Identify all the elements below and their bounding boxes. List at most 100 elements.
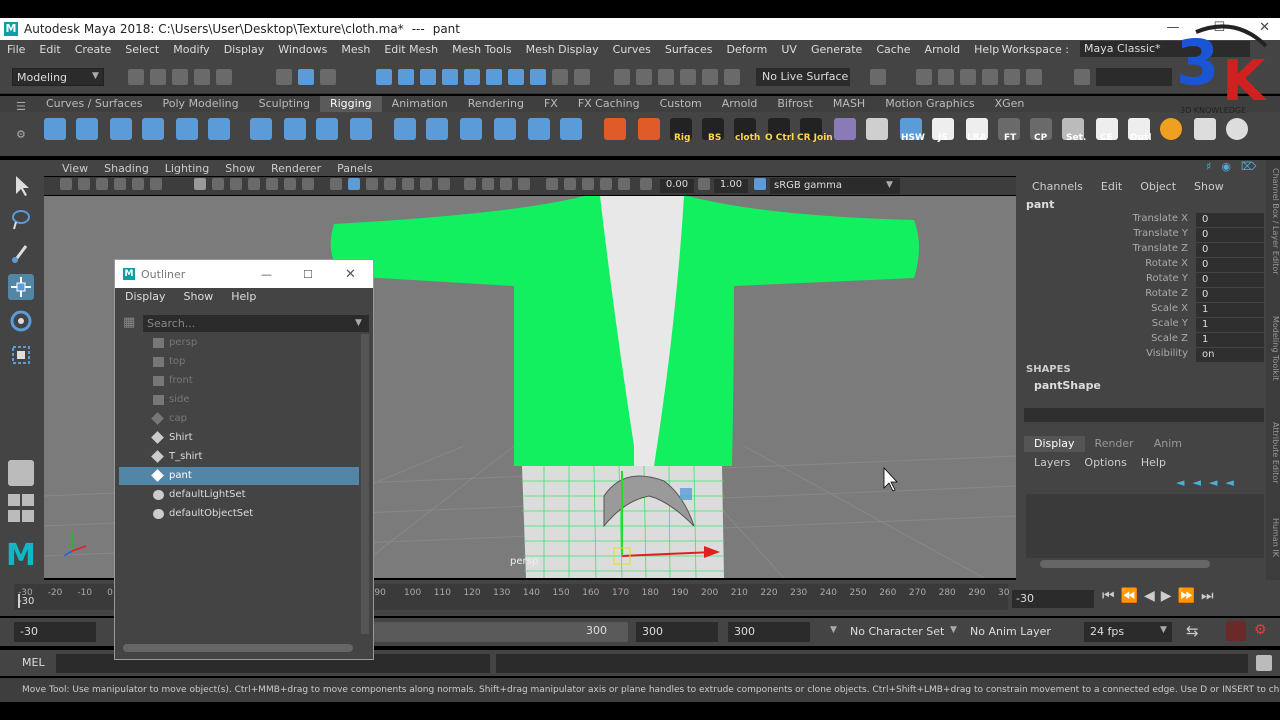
shelf-tab-motion-graphics[interactable]: Motion Graphics (875, 96, 984, 112)
channel-row[interactable]: Rotate Z 0 (1016, 288, 1266, 303)
magnet-icon[interactable] (636, 69, 652, 85)
snap-live-icon[interactable] (464, 69, 480, 85)
outliner-menu-display[interactable]: Display (125, 290, 166, 303)
skull-icon[interactable] (1226, 118, 1248, 140)
shelf-tab-animation[interactable]: Animation (382, 96, 458, 112)
outliner-item-top[interactable]: top (119, 353, 359, 371)
selection-mask-icon[interactable] (574, 69, 590, 85)
layout-stack-icon[interactable] (8, 510, 20, 522)
channel-row[interactable]: Translate X 0 (1016, 213, 1266, 228)
sidebar-toggle-icon[interactable] (1074, 69, 1090, 85)
snap-view-plane-icon[interactable] (442, 69, 458, 85)
pause-icon[interactable] (1026, 69, 1042, 85)
layer-menu-options[interactable]: Options (1084, 456, 1126, 469)
channel-row[interactable]: Translate Y 0 (1016, 228, 1266, 243)
outliner-item-front[interactable]: front (119, 372, 359, 390)
shelf-settings-icon[interactable]: ⚙ (16, 128, 26, 141)
parent-constraint-icon[interactable] (528, 118, 550, 140)
channel-row[interactable]: Visibility on (1016, 348, 1266, 363)
use-all-lights-icon[interactable] (420, 178, 432, 190)
viewport-menu-lighting[interactable]: Lighting (157, 162, 217, 175)
tool-settings-icon[interactable]: ♯ (1206, 160, 1211, 173)
lasso-tool-icon[interactable] (8, 206, 34, 232)
live-surface-field[interactable]: No Live Surface (756, 68, 850, 86)
shelf-tab-poly-modeling[interactable]: Poly Modeling (153, 96, 249, 112)
shelf-tab-bifrost[interactable]: Bifrost (767, 96, 823, 112)
joint-tool-icon[interactable] (44, 118, 66, 140)
layout-single-icon[interactable] (8, 460, 34, 486)
start-frame-field[interactable]: -30 (14, 622, 96, 642)
shelf-tab-rigging[interactable]: Rigging (319, 96, 382, 112)
channel-value[interactable]: 1 (1196, 333, 1264, 347)
shadows-icon[interactable] (438, 178, 450, 190)
layer-list[interactable] (1026, 494, 1264, 558)
layer-move-up-icon[interactable]: ◄ (1176, 476, 1184, 489)
maximize-icon[interactable]: ☐ (303, 268, 313, 281)
fps-dropdown[interactable]: 24 fps (1084, 622, 1172, 642)
screen-space-ao-icon[interactable] (464, 178, 476, 190)
joint-axis-icon[interactable] (638, 118, 660, 140)
mel-label[interactable]: MEL (22, 656, 45, 669)
snap-grid-icon[interactable] (376, 69, 392, 85)
channel-row[interactable]: Rotate X 0 (1016, 258, 1266, 273)
construction-history-icon[interactable] (614, 69, 630, 85)
camera-attr-icon[interactable] (78, 178, 90, 190)
channel-value[interactable]: 0 (1196, 213, 1264, 227)
smooth-skin-icon[interactable] (284, 118, 306, 140)
channel-row[interactable]: Scale Z 1 (1016, 333, 1266, 348)
safe-title-icon[interactable] (302, 178, 314, 190)
menu-mesh-tools[interactable]: Mesh Tools (445, 43, 519, 56)
menu-edit-mesh[interactable]: Edit Mesh (377, 43, 445, 56)
channel-value[interactable]: 0 (1196, 273, 1264, 287)
channel-menu-channels[interactable]: Channels (1032, 180, 1083, 193)
xray-active-icon[interactable] (600, 178, 612, 190)
number-badge-icon[interactable] (1160, 118, 1182, 140)
shelf-tab-xgen[interactable]: XGen (985, 96, 1035, 112)
snap-point-icon[interactable] (420, 69, 436, 85)
channel-row[interactable]: Rotate Y 0 (1016, 273, 1266, 288)
smooth-shade-icon[interactable] (348, 178, 360, 190)
menu-modify[interactable]: Modify (166, 43, 216, 56)
outliner-search-input[interactable]: Search... (143, 315, 369, 332)
image-plane-icon[interactable] (114, 178, 126, 190)
attribute-editor-icon[interactable]: ◉ (1221, 160, 1231, 173)
outliner-item-persp[interactable]: persp (119, 334, 359, 352)
script-editor-icon[interactable] (1256, 655, 1272, 671)
minimize-icon[interactable]: — (261, 268, 272, 281)
film-gate-icon[interactable] (212, 178, 224, 190)
hypergraph-icon[interactable] (834, 118, 856, 140)
redo-icon[interactable] (216, 69, 232, 85)
viewport-menu-show[interactable]: Show (217, 162, 263, 175)
point-constraint-icon[interactable] (394, 118, 416, 140)
end-frame-field[interactable]: 300 (636, 622, 718, 642)
t-pose-icon[interactable] (1194, 118, 1216, 140)
default-material-icon[interactable] (366, 178, 378, 190)
outliner-item-side[interactable]: side (119, 391, 359, 409)
magnet-object-icon[interactable] (702, 69, 718, 85)
viewport-menu-shading[interactable]: Shading (96, 162, 157, 175)
2d-pan-zoom-icon[interactable] (132, 178, 144, 190)
copy-icon[interactable] (866, 118, 888, 140)
viewport-menu-panels[interactable]: Panels (329, 162, 380, 175)
wireframe-icon[interactable] (330, 178, 342, 190)
locator-icon[interactable] (604, 118, 626, 140)
side-tab-channel-box[interactable]: Channel Box / Layer Editor (1266, 168, 1280, 275)
shelf-tab-curves-surfaces[interactable]: Curves / Surfaces (36, 96, 153, 112)
shelf-tab-arnold[interactable]: Arnold (712, 96, 768, 112)
outliner-item-pant[interactable]: pant (119, 467, 359, 485)
outliner-vertical-scrollbar[interactable] (361, 334, 369, 634)
layer-menu-help[interactable]: Help (1141, 456, 1166, 469)
key-settings-icon[interactable]: ⚙ (1254, 622, 1267, 638)
auto-key-icon[interactable] (1226, 621, 1246, 641)
render-view-icon[interactable] (938, 69, 954, 85)
outliner-title-bar[interactable]: M Outliner — ☐ ✕ (115, 260, 373, 288)
insert-joint-icon[interactable] (76, 118, 98, 140)
anti-aliasing-icon[interactable] (500, 178, 512, 190)
menu-edit[interactable]: Edit (32, 43, 67, 56)
xray-joints-icon[interactable] (582, 178, 594, 190)
tool-icon[interactable]: ⌦ (1241, 160, 1257, 173)
ik-spline-icon[interactable] (142, 118, 164, 140)
layer-tab-display[interactable]: Display (1024, 436, 1085, 452)
aim-constraint-icon[interactable] (426, 118, 448, 140)
menu-mesh-display[interactable]: Mesh Display (519, 43, 606, 56)
